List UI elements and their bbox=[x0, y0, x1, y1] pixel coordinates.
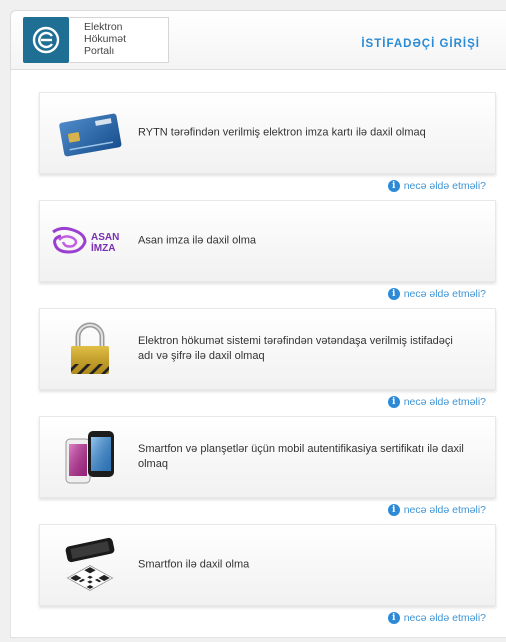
page-title: İSTİFADƏÇİ GİRİŞİ bbox=[361, 38, 480, 50]
info-icon: i bbox=[387, 612, 400, 624]
login-option-smartphone[interactable]: Smartfon ilə daxil olma bbox=[39, 524, 496, 606]
help-link[interactable]: i necə əldə etməli? bbox=[387, 503, 486, 517]
info-icon: i bbox=[387, 288, 400, 300]
help-link-text: necə əldə etməli? bbox=[403, 396, 486, 408]
login-option-password[interactable]: Elektron hökumət sistemi tərəfindən vətə… bbox=[39, 308, 496, 390]
help-link[interactable]: i necə əldə etməli? bbox=[387, 179, 486, 193]
help-link-text: necə əldə etməli? bbox=[403, 288, 486, 300]
login-option-label: Asan imza ilə daxil olma bbox=[138, 234, 256, 247]
login-option-mobile-cert[interactable]: Smartfon və planşetlər üçün mobil autent… bbox=[39, 416, 496, 498]
smartphones-icon bbox=[50, 429, 130, 485]
login-option-asan-imza[interactable]: ASAN İMZA Asan imza ilə daxil olma bbox=[39, 200, 496, 282]
qr-code-phone-icon bbox=[50, 537, 130, 593]
asan-imza-logo-icon: ASAN İMZA bbox=[50, 213, 130, 269]
login-options-panel: RYTN tərəfindən verilmiş elektron imza k… bbox=[10, 70, 506, 638]
info-icon: i bbox=[387, 180, 400, 192]
login-option-label: Smartfon ilə daxil olma bbox=[138, 558, 250, 571]
header: Elektron Hökumət Portalı İSTİFADƏÇİ GİRİ… bbox=[10, 10, 506, 70]
login-option-id-card[interactable]: RYTN tərəfindən verilmiş elektron imza k… bbox=[39, 92, 496, 174]
help-link-text: necə əldə etməli? bbox=[403, 180, 486, 192]
id-card-icon bbox=[50, 105, 130, 161]
portal-logo[interactable] bbox=[23, 17, 69, 63]
login-option-label: Smartfon və planşetlər üçün mobil autent… bbox=[138, 443, 464, 470]
e-gov-logo-icon bbox=[32, 26, 60, 54]
login-option-label: Elektron hökumət sistemi tərəfindən vətə… bbox=[138, 335, 453, 362]
help-link[interactable]: i necə əldə etməli? bbox=[387, 395, 486, 409]
help-link-text: necə əldə etməli? bbox=[403, 504, 486, 516]
portal-name-line: Elektron bbox=[84, 21, 123, 33]
login-option-label: RYTN tərəfindən verilmiş elektron imza k… bbox=[138, 126, 426, 139]
portal-name-line: Portalı bbox=[84, 45, 115, 57]
info-icon: i bbox=[387, 504, 400, 516]
help-link-text: necə əldə etməli? bbox=[403, 612, 486, 624]
padlock-icon bbox=[50, 321, 130, 377]
help-link[interactable]: i necə əldə etməli? bbox=[387, 611, 486, 625]
login-page: Elektron Hökumət Portalı İSTİFADƏÇİ GİRİ… bbox=[0, 0, 506, 642]
portal-name-line: Hökumət bbox=[84, 33, 127, 45]
help-link[interactable]: i necə əldə etməli? bbox=[387, 287, 486, 301]
asan-logo-text: İMZA bbox=[91, 241, 115, 254]
info-icon: i bbox=[387, 396, 400, 408]
portal-name: Elektron Hökumət Portalı bbox=[69, 17, 169, 63]
asan-logo-text: ASAN bbox=[91, 232, 119, 243]
